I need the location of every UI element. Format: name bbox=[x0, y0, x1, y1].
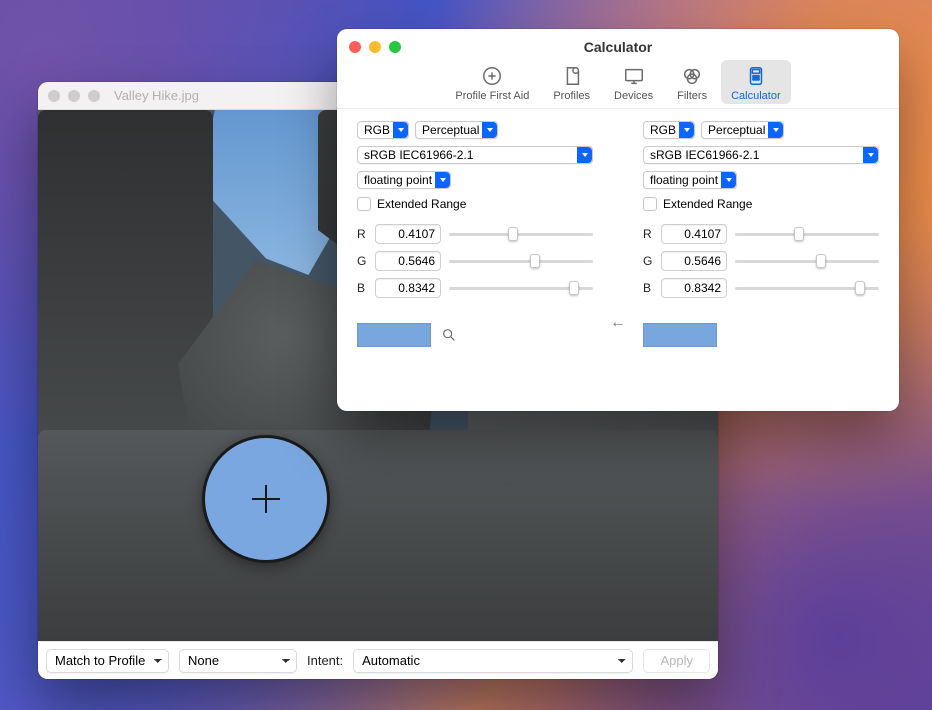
select-value: Perceptual bbox=[422, 123, 479, 137]
intent-label: Intent: bbox=[307, 653, 343, 668]
extended-range-checkbox[interactable] bbox=[357, 197, 371, 211]
r-channel-row: R 0.4107 bbox=[643, 224, 879, 244]
viewer-title: Valley Hike.jpg bbox=[114, 88, 199, 103]
toolbar-label: Profile First Aid bbox=[455, 90, 529, 102]
color-model-select[interactable]: RGB bbox=[643, 121, 695, 139]
arrow-left-icon: ← bbox=[610, 314, 626, 332]
select-value: floating point bbox=[364, 173, 432, 187]
destination-color-swatch bbox=[643, 323, 717, 347]
number-format-select[interactable]: floating point bbox=[357, 171, 451, 189]
b-slider[interactable] bbox=[735, 280, 879, 296]
select-value: floating point bbox=[650, 173, 718, 187]
conversion-direction-arrow[interactable]: ← bbox=[607, 121, 629, 395]
extended-range-label: Extended Range bbox=[663, 197, 752, 211]
calc-toolbar: Profile First Aid Profiles Devices Filte… bbox=[337, 60, 899, 104]
extended-range-label: Extended Range bbox=[377, 197, 466, 211]
g-slider[interactable] bbox=[449, 253, 593, 269]
viewer-footer: Match to Profile None Intent: Automatic … bbox=[38, 641, 718, 679]
b-label: B bbox=[357, 281, 367, 295]
select-value: RGB bbox=[364, 123, 390, 137]
b-value-input[interactable]: 0.8342 bbox=[661, 278, 727, 298]
select-value: sRGB IEC61966-2.1 bbox=[650, 148, 759, 162]
calc-titlebar[interactable]: Calculator Profile First Aid Profiles De… bbox=[337, 29, 899, 109]
b-label: B bbox=[643, 281, 653, 295]
calc-body: RGB Perceptual sRGB IEC61966-2.1 floatin… bbox=[337, 109, 899, 411]
image-rock-region bbox=[38, 430, 718, 641]
filters-icon bbox=[680, 64, 704, 88]
calc-title: Calculator bbox=[337, 39, 899, 55]
g-channel-row: G 0.5646 bbox=[643, 251, 879, 271]
g-value-input[interactable]: 0.5646 bbox=[375, 251, 441, 271]
toolbar-devices[interactable]: Devices bbox=[604, 60, 663, 104]
g-slider[interactable] bbox=[735, 253, 879, 269]
calculator-icon bbox=[744, 64, 768, 88]
toolbar-profile-first-aid[interactable]: Profile First Aid bbox=[445, 60, 539, 104]
r-label: R bbox=[357, 227, 367, 241]
extended-range-checkbox[interactable] bbox=[643, 197, 657, 211]
r-slider[interactable] bbox=[449, 226, 593, 242]
match-mode-select[interactable]: Match to Profile bbox=[46, 649, 169, 673]
crosshair-icon bbox=[252, 485, 280, 513]
toolbar-profiles[interactable]: Profiles bbox=[543, 60, 600, 104]
r-value-input[interactable]: 0.4107 bbox=[661, 224, 727, 244]
destination-panel: RGB Perceptual sRGB IEC61966-2.1 floatin… bbox=[643, 121, 879, 395]
rendering-intent-select[interactable]: Perceptual bbox=[701, 121, 784, 139]
toolbar-label: Devices bbox=[614, 90, 653, 102]
r-channel-row: R 0.4107 bbox=[357, 224, 593, 244]
devices-icon bbox=[622, 64, 646, 88]
b-channel-row: B 0.8342 bbox=[357, 278, 593, 298]
select-value: RGB bbox=[650, 123, 676, 137]
first-aid-icon bbox=[480, 64, 504, 88]
rendering-intent-select[interactable]: Perceptual bbox=[415, 121, 498, 139]
g-channel-row: G 0.5646 bbox=[357, 251, 593, 271]
color-profile-select[interactable]: sRGB IEC61966-2.1 bbox=[357, 146, 593, 164]
color-picker-loupe[interactable] bbox=[202, 435, 330, 563]
toolbar-calculator[interactable]: Calculator bbox=[721, 60, 791, 104]
colorsync-calculator-window: Calculator Profile First Aid Profiles De… bbox=[337, 29, 899, 411]
minimize-icon[interactable] bbox=[68, 90, 80, 102]
close-icon[interactable] bbox=[48, 90, 60, 102]
number-format-select[interactable]: floating point bbox=[643, 171, 737, 189]
select-value: Perceptual bbox=[708, 123, 765, 137]
profiles-icon bbox=[560, 64, 584, 88]
eyedropper-magnifier-icon[interactable] bbox=[441, 327, 457, 343]
r-value-input[interactable]: 0.4107 bbox=[375, 224, 441, 244]
source-color-swatch bbox=[357, 323, 431, 347]
source-panel: RGB Perceptual sRGB IEC61966-2.1 floatin… bbox=[357, 121, 593, 395]
apply-button[interactable]: Apply bbox=[643, 649, 710, 673]
select-value: sRGB IEC61966-2.1 bbox=[364, 148, 473, 162]
r-slider[interactable] bbox=[735, 226, 879, 242]
zoom-icon[interactable] bbox=[88, 90, 100, 102]
b-channel-row: B 0.8342 bbox=[643, 278, 879, 298]
b-value-input[interactable]: 0.8342 bbox=[375, 278, 441, 298]
profile-select[interactable]: None bbox=[179, 649, 297, 673]
b-slider[interactable] bbox=[449, 280, 593, 296]
toolbar-label: Profiles bbox=[553, 90, 590, 102]
color-profile-select[interactable]: sRGB IEC61966-2.1 bbox=[643, 146, 879, 164]
g-label: G bbox=[357, 254, 367, 268]
g-label: G bbox=[643, 254, 653, 268]
toolbar-filters[interactable]: Filters bbox=[667, 60, 717, 104]
color-model-select[interactable]: RGB bbox=[357, 121, 409, 139]
g-value-input[interactable]: 0.5646 bbox=[661, 251, 727, 271]
r-label: R bbox=[643, 227, 653, 241]
viewer-traffic-lights bbox=[48, 90, 100, 102]
toolbar-label: Filters bbox=[677, 90, 707, 102]
toolbar-label: Calculator bbox=[731, 90, 781, 102]
intent-select[interactable]: Automatic bbox=[353, 649, 633, 673]
